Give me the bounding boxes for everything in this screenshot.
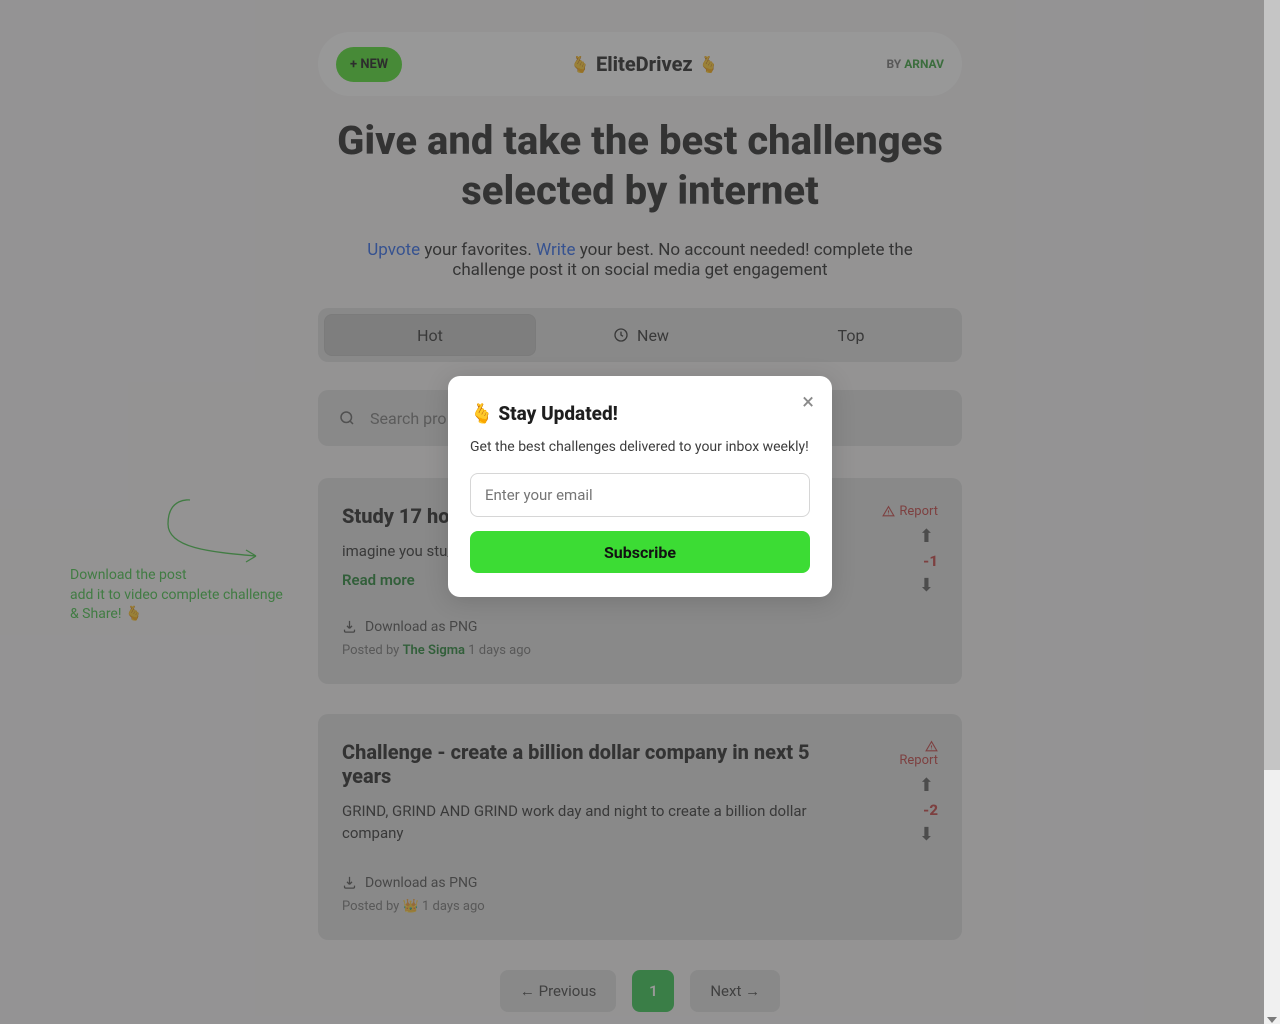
report-label: Report <box>899 753 938 768</box>
side-hint: Download the post add it to video comple… <box>70 494 330 625</box>
posted-time: 1 days ago <box>419 899 485 914</box>
download-link[interactable]: Download as PNG <box>342 619 838 635</box>
tab-hot[interactable]: Hot <box>324 314 536 356</box>
scrollbar-down-icon[interactable] <box>1267 1017 1277 1023</box>
byline: BY ARNAV <box>886 57 944 71</box>
modal-title: 🫰 Stay Updated! <box>470 402 810 425</box>
byline-author: ARNAV <box>904 57 944 71</box>
tab-hot-label: Hot <box>417 326 443 345</box>
vote-count: -1 <box>923 552 938 570</box>
close-icon[interactable]: × <box>802 392 814 414</box>
card-main: Challenge - create a billion dollar comp… <box>342 740 838 914</box>
hint-line-3: & Share! 🫰 <box>70 605 330 625</box>
posted-line: Posted by 👑 1 days ago <box>342 899 838 914</box>
downvote-button[interactable]: ⬇ <box>915 823 938 846</box>
posted-prefix: Posted by <box>342 643 403 658</box>
topbar: + NEW 🫰 EliteDrivez 🫰 BY ARNAV <box>318 32 962 96</box>
card-aside: Report ⬆ -1 ⬇ <box>838 504 938 658</box>
search-icon <box>338 409 356 427</box>
posted-time: 1 days ago <box>465 643 531 658</box>
next-button[interactable]: Next → <box>690 970 780 1012</box>
challenge-card: Challenge - create a billion dollar comp… <box>318 714 962 940</box>
modal-description: Get the best challenges delivered to you… <box>470 437 810 457</box>
sort-tabs: Hot New Top <box>318 308 962 362</box>
downvote-button[interactable]: ⬇ <box>915 574 938 597</box>
brand-right-emoji: 🫰 <box>699 55 719 74</box>
tab-new-label: New <box>637 326 669 345</box>
tab-top-label: Top <box>838 326 865 345</box>
poster-name: The Sigma <box>403 643 465 658</box>
posted-line: Posted by The Sigma 1 days ago <box>342 643 838 658</box>
download-icon <box>342 619 357 634</box>
download-icon <box>342 875 357 890</box>
card-title: Challenge - create a billion dollar comp… <box>342 740 838 788</box>
report-link[interactable]: Report <box>882 504 938 519</box>
warning-icon <box>882 505 895 518</box>
tab-new[interactable]: New <box>536 314 746 356</box>
download-label: Download as PNG <box>365 619 477 635</box>
poster-name: 👑 <box>403 899 419 914</box>
subscribe-button[interactable]: Subscribe <box>470 531 810 573</box>
clock-icon <box>613 327 629 343</box>
write-link[interactable]: Write <box>536 240 575 260</box>
hint-line-1: Download the post <box>70 566 330 586</box>
brand-text: EliteDrivez <box>596 52 693 76</box>
download-link[interactable]: Download as PNG <box>342 875 838 891</box>
card-body: GRIND, GRIND AND GRIND work day and nigh… <box>342 800 838 845</box>
read-more-link[interactable]: Read more <box>342 571 415 589</box>
page-title: Give and take the best challenges select… <box>318 116 962 216</box>
brand-left-emoji: 🫰 <box>570 55 590 74</box>
scrollbar[interactable] <box>1264 0 1280 1024</box>
hint-line-2: add it to video complete challenge <box>70 586 330 606</box>
curved-arrow-icon <box>70 494 270 568</box>
card-aside: Report ⬆ -2 ⬇ <box>838 740 938 914</box>
byline-prefix: BY <box>886 57 904 71</box>
report-link[interactable]: Report <box>899 740 938 768</box>
prev-button[interactable]: ← Previous <box>500 970 616 1012</box>
posted-prefix: Posted by <box>342 899 403 914</box>
page-subtitle: Upvote your favorites. Write your best. … <box>330 240 950 280</box>
email-field[interactable] <box>470 473 810 517</box>
warning-icon <box>925 740 938 753</box>
subtitle-mid1: your favorites. <box>420 240 536 260</box>
upvote-button[interactable]: ⬆ <box>915 525 938 548</box>
page-number[interactable]: 1 <box>632 970 674 1012</box>
tab-top[interactable]: Top <box>746 314 956 356</box>
new-button[interactable]: + NEW <box>336 47 402 82</box>
vote-count: -2 <box>923 801 938 819</box>
report-label: Report <box>899 504 938 519</box>
brand: 🫰 EliteDrivez 🫰 <box>570 52 719 76</box>
pager: ← Previous 1 Next → <box>318 970 962 1012</box>
scrollbar-thumb[interactable] <box>1264 0 1280 770</box>
upvote-button[interactable]: ⬆ <box>915 774 938 797</box>
subscribe-modal: × 🫰 Stay Updated! Get the best challenge… <box>448 376 832 597</box>
download-label: Download as PNG <box>365 875 477 891</box>
upvote-link[interactable]: Upvote <box>367 240 420 260</box>
